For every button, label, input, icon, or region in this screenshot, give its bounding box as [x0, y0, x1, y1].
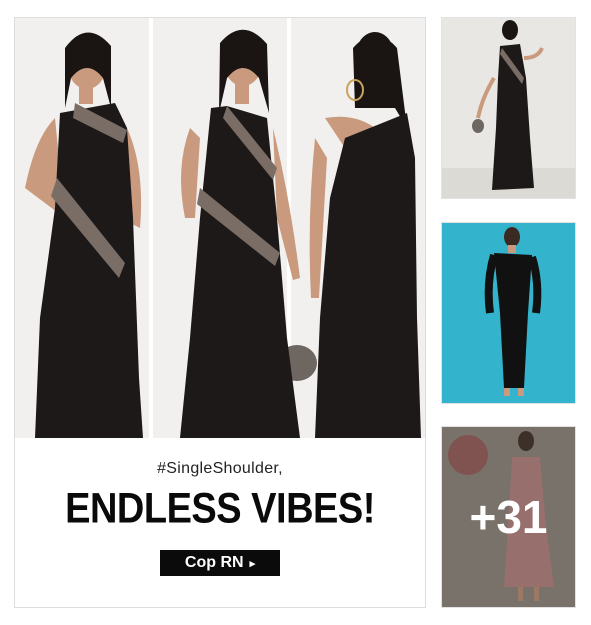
play-arrow-icon: ▸ — [249, 557, 256, 570]
cta-label: Cop RN — [184, 554, 244, 571]
thumbnail-image-1[interactable] — [441, 17, 576, 199]
banner-tagline: #SingleShoulder, — [157, 460, 283, 477]
banner-headline: ENDLESS VIBES! — [65, 485, 375, 533]
main-product-card[interactable]: #SingleShoulder, ENDLESS VIBES! Cop RN ▸ — [14, 17, 426, 608]
more-photos-count[interactable]: +31 — [442, 427, 575, 607]
thumbnail-image-2[interactable] — [441, 222, 576, 404]
product-collage-image[interactable] — [15, 18, 425, 438]
cop-rn-button[interactable]: Cop RN ▸ — [160, 550, 280, 576]
thumbnail-image-3[interactable]: +31 — [441, 426, 576, 608]
